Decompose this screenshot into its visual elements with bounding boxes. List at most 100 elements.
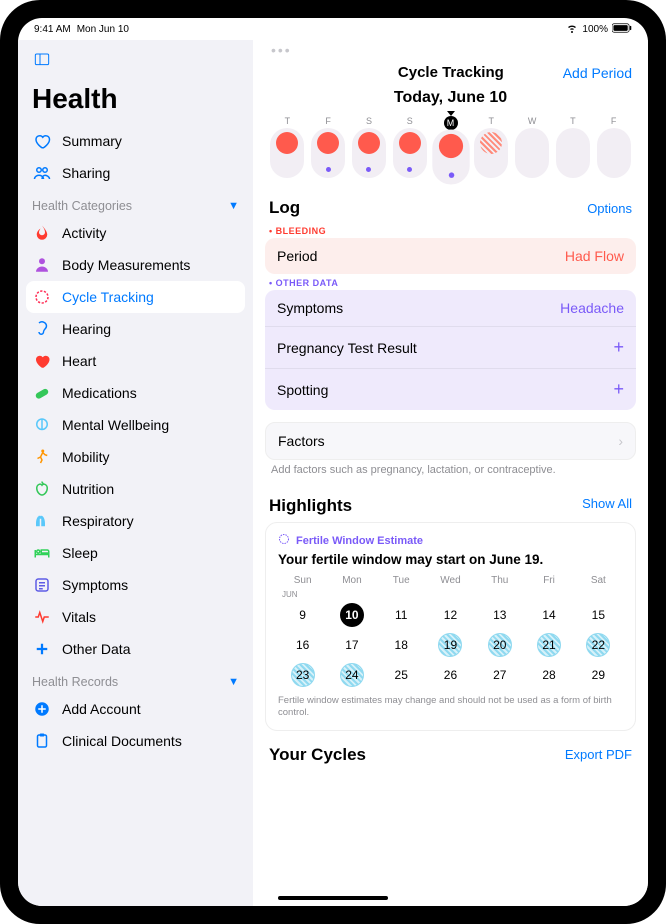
battery-percent: 100% bbox=[582, 24, 608, 35]
day-letter: T bbox=[570, 116, 576, 126]
log-options-button[interactable]: Options bbox=[587, 201, 632, 216]
your-cycles-title: Your Cycles bbox=[269, 745, 366, 765]
calendar-cell[interactable]: 26 bbox=[426, 661, 475, 689]
ear-icon bbox=[32, 319, 52, 339]
sidebar-item-summary[interactable]: Summary bbox=[18, 125, 253, 157]
calendar-day: 21 bbox=[537, 633, 561, 657]
sidebar-item-sharing[interactable]: Sharing bbox=[18, 157, 253, 189]
wifi-icon bbox=[566, 22, 578, 37]
add-period-button[interactable]: Add Period bbox=[563, 65, 632, 81]
sidebar-item-label: Summary bbox=[62, 133, 122, 149]
calendar-cell[interactable]: 23 bbox=[278, 661, 327, 689]
people-icon bbox=[32, 163, 52, 183]
sidebar-item-mental-wellbeing[interactable]: Mental Wellbeing bbox=[18, 409, 253, 441]
calendar-cell[interactable]: 9 bbox=[278, 601, 327, 629]
page-title: Cycle Tracking bbox=[339, 64, 563, 81]
categories-header[interactable]: Health Categories ▼ bbox=[18, 189, 253, 217]
sidebar-item-activity[interactable]: Activity bbox=[18, 217, 253, 249]
sidebar-item-clinical-documents[interactable]: Clinical Documents bbox=[18, 725, 253, 757]
sidebar-item-mobility[interactable]: Mobility bbox=[18, 441, 253, 473]
sidebar-item-sleep[interactable]: Sleep bbox=[18, 537, 253, 569]
sidebar-item-other-data[interactable]: Other Data bbox=[18, 633, 253, 665]
records-header[interactable]: Health Records ▼ bbox=[18, 665, 253, 693]
show-all-button[interactable]: Show All bbox=[582, 496, 632, 516]
weekday-label: Mon bbox=[327, 575, 376, 586]
symptom-dot-icon bbox=[448, 172, 454, 178]
sidebar-toggle-icon[interactable] bbox=[18, 48, 253, 77]
day-oval bbox=[515, 128, 549, 178]
day-column[interactable]: F bbox=[595, 116, 632, 182]
clipboard-icon bbox=[32, 731, 52, 751]
calendar-cell[interactable]: 27 bbox=[475, 661, 524, 689]
day-column[interactable]: F bbox=[310, 116, 347, 182]
day-column[interactable]: S bbox=[391, 116, 428, 182]
calendar-cell[interactable]: 12 bbox=[426, 601, 475, 629]
calendar-cell[interactable]: 28 bbox=[524, 661, 573, 689]
day-letter: W bbox=[528, 116, 537, 126]
bleeding-label: • BLEEDING bbox=[265, 222, 636, 238]
fertile-window-card[interactable]: Fertile Window Estimate Your fertile win… bbox=[265, 522, 636, 731]
calendar-day: 27 bbox=[488, 663, 512, 687]
calendar-cell[interactable]: 20 bbox=[475, 631, 524, 659]
weekday-label: Thu bbox=[475, 575, 524, 586]
calendar-cell[interactable]: 24 bbox=[327, 661, 376, 689]
day-column[interactable]: W bbox=[514, 116, 551, 182]
calendar-cell[interactable]: 10 bbox=[327, 601, 376, 629]
sidebar-item-cycle-tracking[interactable]: Cycle Tracking bbox=[26, 281, 245, 313]
calendar-day: 29 bbox=[586, 663, 610, 687]
sidebar-item-vitals[interactable]: Vitals bbox=[18, 601, 253, 633]
heart-outline-icon bbox=[32, 131, 52, 151]
sidebar-item-respiratory[interactable]: Respiratory bbox=[18, 505, 253, 537]
cycle-icon bbox=[32, 287, 52, 307]
period-dot-icon bbox=[480, 132, 502, 154]
day-oval bbox=[270, 128, 304, 178]
calendar-cell[interactable]: 18 bbox=[377, 631, 426, 659]
period-row[interactable]: Period Had Flow bbox=[265, 238, 636, 274]
symptoms-row[interactable]: Symptoms Headache bbox=[265, 290, 636, 327]
calendar-body: 91011121314 15 1617181920 21 22 23 242526 27 28 2… bbox=[278, 601, 623, 689]
calendar-cell[interactable]: 11 bbox=[377, 601, 426, 629]
day-letter: T bbox=[285, 116, 291, 126]
sidebar-item-add-account[interactable]: Add Account bbox=[18, 693, 253, 725]
sidebar-item-body-measurements[interactable]: Body Measurements bbox=[18, 249, 253, 281]
sidebar-item-heart[interactable]: Heart bbox=[18, 345, 253, 377]
sidebar-item-medications[interactable]: Medications bbox=[18, 377, 253, 409]
calendar-day: 23 bbox=[291, 663, 315, 687]
calendar-cell[interactable]: 19 bbox=[426, 631, 475, 659]
day-column[interactable]: M bbox=[432, 116, 469, 182]
home-indicator[interactable] bbox=[278, 896, 388, 900]
calendar-cell[interactable]: 25 bbox=[377, 661, 426, 689]
more-icon[interactable]: ••• bbox=[265, 40, 636, 58]
calendar-cell[interactable]: 22 bbox=[574, 631, 623, 659]
pregnancy-test-row[interactable]: Pregnancy Test Result + bbox=[265, 327, 636, 369]
factors-hint: Add factors such as pregnancy, lactation… bbox=[265, 460, 636, 480]
day-column[interactable]: S bbox=[351, 116, 388, 182]
day-strip[interactable]: TFSSMTWTF bbox=[265, 116, 636, 182]
calendar-cell[interactable]: 21 bbox=[524, 631, 573, 659]
day-column[interactable]: T bbox=[554, 116, 591, 182]
symptom-dot-icon bbox=[366, 167, 371, 172]
day-letter: T bbox=[489, 116, 495, 126]
export-pdf-button[interactable]: Export PDF bbox=[565, 747, 632, 762]
calendar-cell[interactable]: 17 bbox=[327, 631, 376, 659]
sidebar-item-label: Respiratory bbox=[62, 513, 134, 529]
lungs-icon bbox=[32, 511, 52, 531]
sidebar-item-hearing[interactable]: Hearing bbox=[18, 313, 253, 345]
day-column[interactable]: T bbox=[473, 116, 510, 182]
calendar-cell[interactable]: 14 bbox=[524, 601, 573, 629]
day-column[interactable]: T bbox=[269, 116, 306, 182]
sidebar-item-symptoms[interactable]: Symptoms bbox=[18, 569, 253, 601]
sidebar-item-nutrition[interactable]: Nutrition bbox=[18, 473, 253, 505]
day-letter: S bbox=[407, 116, 413, 126]
calendar-cell[interactable]: 29 bbox=[574, 661, 623, 689]
factors-row[interactable]: Factors › bbox=[266, 423, 635, 459]
calendar-cell[interactable]: 13 bbox=[475, 601, 524, 629]
calendar-cell[interactable]: 15 bbox=[574, 601, 623, 629]
calendar-cell[interactable]: 16 bbox=[278, 631, 327, 659]
fertile-message: Your fertile window may start on June 19… bbox=[278, 552, 623, 567]
spotting-row[interactable]: Spotting + bbox=[265, 369, 636, 410]
day-oval bbox=[352, 128, 386, 178]
other-data-label: • OTHER DATA bbox=[265, 274, 636, 290]
log-title: Log bbox=[269, 198, 300, 218]
calendar-day: 15 bbox=[586, 603, 610, 627]
